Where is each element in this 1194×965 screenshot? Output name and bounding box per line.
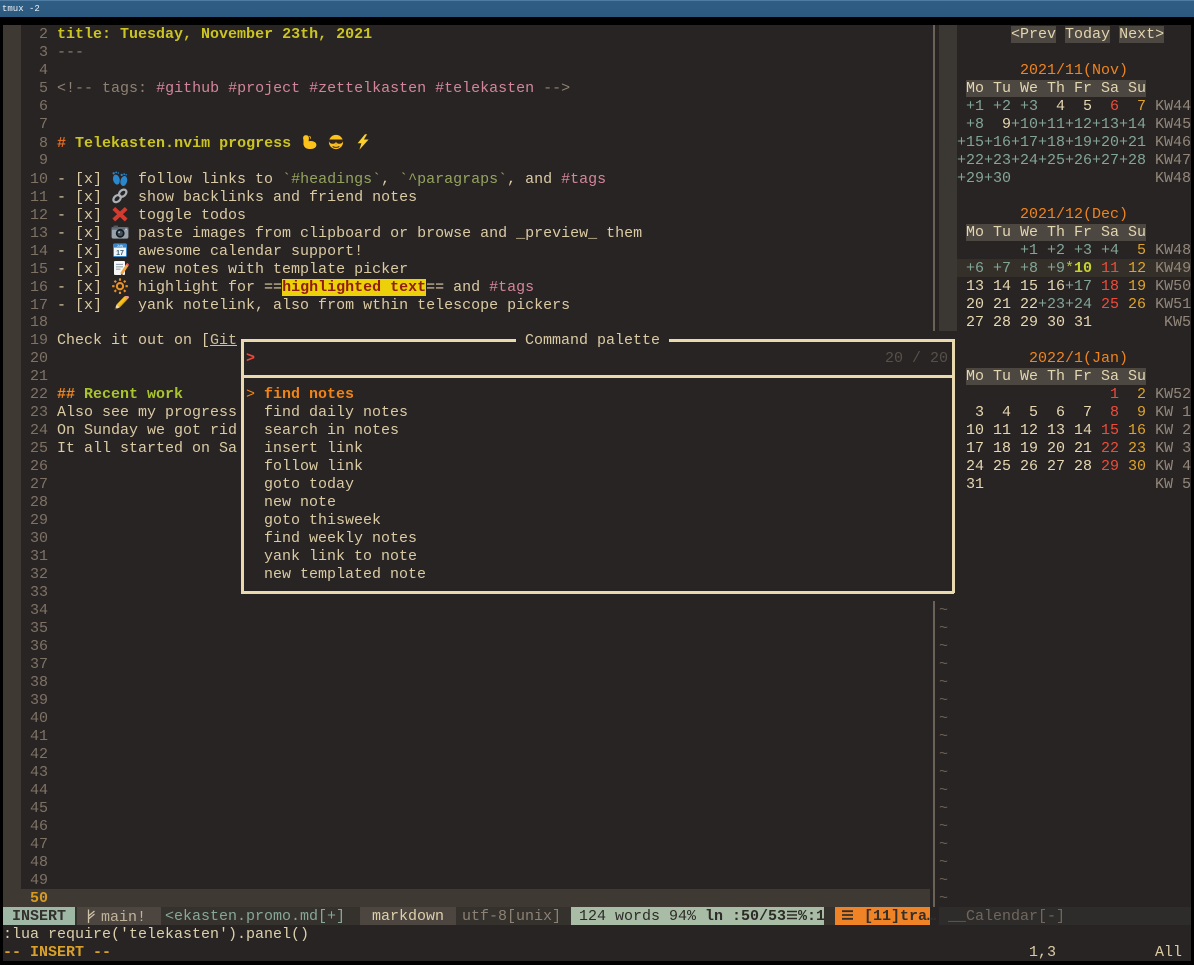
svg-text:17: 17 (116, 250, 124, 257)
svg-text:July: July (117, 244, 124, 248)
